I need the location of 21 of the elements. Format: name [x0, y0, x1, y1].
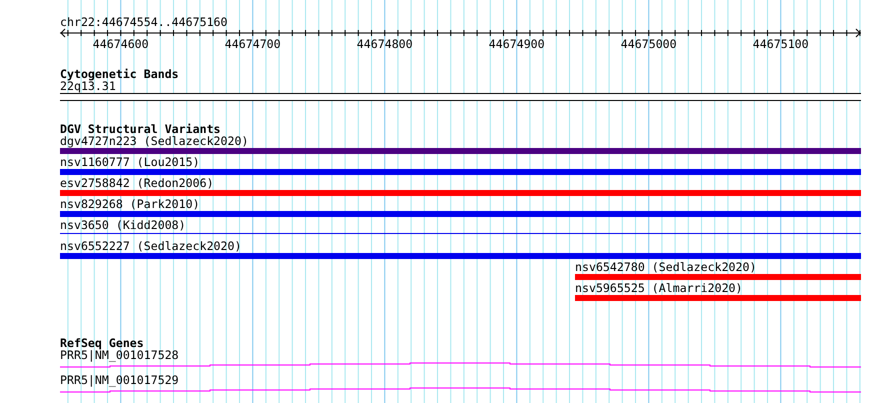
track-title: DGV Structural Variants [60, 122, 221, 136]
variant-label: nsv1160777 (Lou2015) [60, 155, 200, 169]
ruler-tick-label: 44674700 [224, 38, 281, 50]
variant-label: nsv6552227 (Sedlazeck2020) [60, 239, 242, 253]
location-label: chr22:44674554..44675160 [60, 15, 228, 29]
gene-label: PRR5|NM_001017529 [60, 373, 179, 387]
band-label: 22q13.31 [60, 79, 116, 93]
gene-label: PRR5|NM_001017528 [60, 348, 179, 362]
ruler-tick-label: 44674800 [356, 38, 413, 50]
track-title: RefSeq Genes [60, 336, 144, 350]
ruler-tick-label: 44674600 [92, 38, 149, 50]
ruler-tick-label: 44675100 [752, 38, 809, 50]
variant-label: nsv829268 (Park2010) [60, 197, 200, 211]
variant-label: dgv4727n223 (Sedlazeck2020) [60, 134, 248, 148]
variant-label: nsv3650 (Kidd2008) [60, 218, 186, 232]
variant-label: nsv5965525 (Almarri2020) [575, 281, 743, 295]
ruler-tick-label: 44674900 [488, 38, 545, 50]
variant-label: nsv6542780 (Sedlazeck2020) [575, 260, 756, 274]
ruler-tick-label: 44675000 [620, 38, 677, 50]
variant-label: esv2758842 (Redon2006) [60, 176, 214, 190]
track-title: Cytogenetic Bands [60, 67, 179, 81]
